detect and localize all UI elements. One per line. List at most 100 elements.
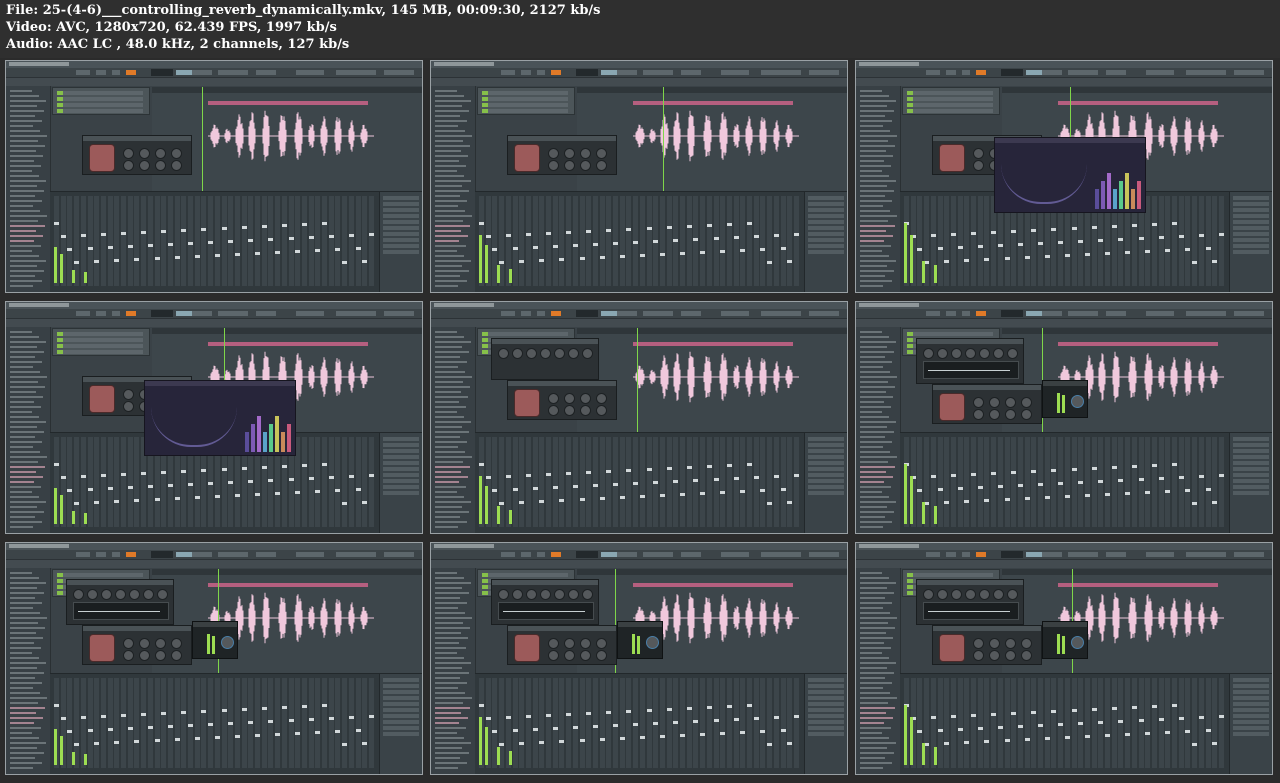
fx-slot — [1233, 437, 1269, 441]
fader-handle — [368, 233, 374, 236]
mixer-channel-strip — [773, 437, 779, 527]
browser-item — [435, 155, 468, 157]
mixer-channel-strip — [1192, 437, 1198, 527]
fader-handle — [308, 236, 314, 239]
fx-slot — [1233, 208, 1269, 212]
fader-handle — [1091, 467, 1097, 470]
mixer-channel-strip — [114, 437, 120, 527]
fader-handle — [592, 725, 598, 728]
fx-slot — [1233, 214, 1269, 218]
fader-handle — [174, 256, 180, 259]
daw-transport-toolbar — [6, 309, 422, 319]
fader-handle — [1138, 237, 1144, 240]
eq-band — [1125, 173, 1129, 209]
daw-secondary-toolbar — [431, 319, 847, 327]
channel-led — [57, 591, 63, 595]
mixer-channel-strip — [134, 196, 140, 286]
channel-led — [57, 350, 63, 354]
toolbar-control — [112, 552, 120, 557]
fader-handle — [613, 724, 618, 727]
browser-item — [435, 265, 462, 267]
toolbar-control — [926, 70, 940, 75]
fader-handle — [1165, 731, 1171, 734]
fader-handle — [686, 225, 692, 228]
mixer-channel-strip — [773, 678, 779, 768]
fx-slot — [1233, 678, 1269, 682]
mixer-channel-strip — [693, 196, 699, 286]
fx-slot — [808, 202, 844, 206]
mixer-channel-strip — [519, 678, 525, 768]
fx-slot — [383, 720, 419, 724]
fader-handle — [997, 244, 1003, 247]
eq-band — [275, 416, 279, 452]
mixer-channel-strip — [1205, 196, 1211, 286]
fader-handle — [342, 743, 348, 746]
mixer-channel-strip — [1105, 678, 1110, 768]
browser-item — [860, 717, 893, 719]
mixer-channel-strip — [275, 678, 281, 768]
mixer-channel-strip — [747, 678, 752, 768]
fader-handle — [188, 724, 193, 727]
browser-item — [860, 270, 894, 272]
fader-handle — [275, 251, 281, 254]
level-meter — [54, 247, 57, 283]
file-browser-panel — [856, 327, 901, 533]
fader-handle — [666, 226, 672, 229]
fader-handle — [214, 495, 220, 498]
fx-slot — [1233, 491, 1269, 495]
mixer-channel-strip — [937, 437, 943, 527]
fader-handle — [686, 707, 692, 710]
fader-handle — [355, 247, 361, 250]
fader-handle — [599, 497, 605, 500]
browser-item — [435, 622, 463, 624]
fader-handle — [971, 714, 976, 717]
mixer-channel-strip — [315, 678, 321, 768]
browser-item — [860, 607, 883, 609]
mixer-channel-strip — [700, 196, 706, 286]
fader-handle — [572, 485, 578, 488]
browser-item — [860, 130, 890, 132]
fader-handle — [154, 739, 160, 742]
fader-handle — [214, 254, 220, 257]
mixer-channel-strip — [592, 196, 598, 286]
mixer-channel-strip — [706, 196, 712, 286]
fader-handle — [161, 712, 167, 715]
limiter-plugin-window — [1042, 621, 1088, 659]
mixer-channel-strip — [1111, 437, 1117, 527]
mixer-channel-strip — [512, 196, 518, 286]
tempo-display — [551, 70, 561, 75]
mixer-channel-strip — [957, 437, 963, 527]
knob-plugin-window — [491, 579, 599, 625]
knob-icon — [540, 348, 551, 359]
fader-handle — [613, 242, 618, 245]
fader-handle — [606, 229, 612, 232]
channel-row — [907, 103, 993, 107]
browser-item — [860, 431, 894, 433]
toolbar-control — [809, 552, 839, 557]
eq-band — [257, 416, 261, 452]
fader-handle — [80, 475, 86, 478]
fader-handle — [322, 463, 327, 466]
fader-handle — [261, 225, 267, 228]
toolbar-control — [761, 70, 801, 75]
browser-item — [860, 411, 882, 413]
envelope-graph — [498, 602, 594, 620]
mixer-channel-strip — [937, 196, 943, 286]
level-meter — [485, 726, 488, 765]
mixer-channel-strip — [147, 196, 153, 286]
knob-icon — [171, 650, 182, 661]
knob-icon — [548, 405, 559, 416]
browser-item — [10, 642, 34, 644]
fader-handle — [201, 710, 207, 713]
fader-handle — [552, 245, 558, 248]
mixer-channel-strip — [1212, 437, 1218, 527]
browser-item — [10, 617, 47, 619]
browser-item — [860, 195, 885, 197]
knob-icon — [101, 589, 112, 600]
toolbar-control — [296, 311, 324, 316]
knob-icon — [989, 638, 1000, 649]
browser-item — [10, 260, 46, 262]
knob-icon — [155, 148, 166, 159]
browser-item — [435, 275, 460, 277]
browser-item — [435, 145, 470, 147]
